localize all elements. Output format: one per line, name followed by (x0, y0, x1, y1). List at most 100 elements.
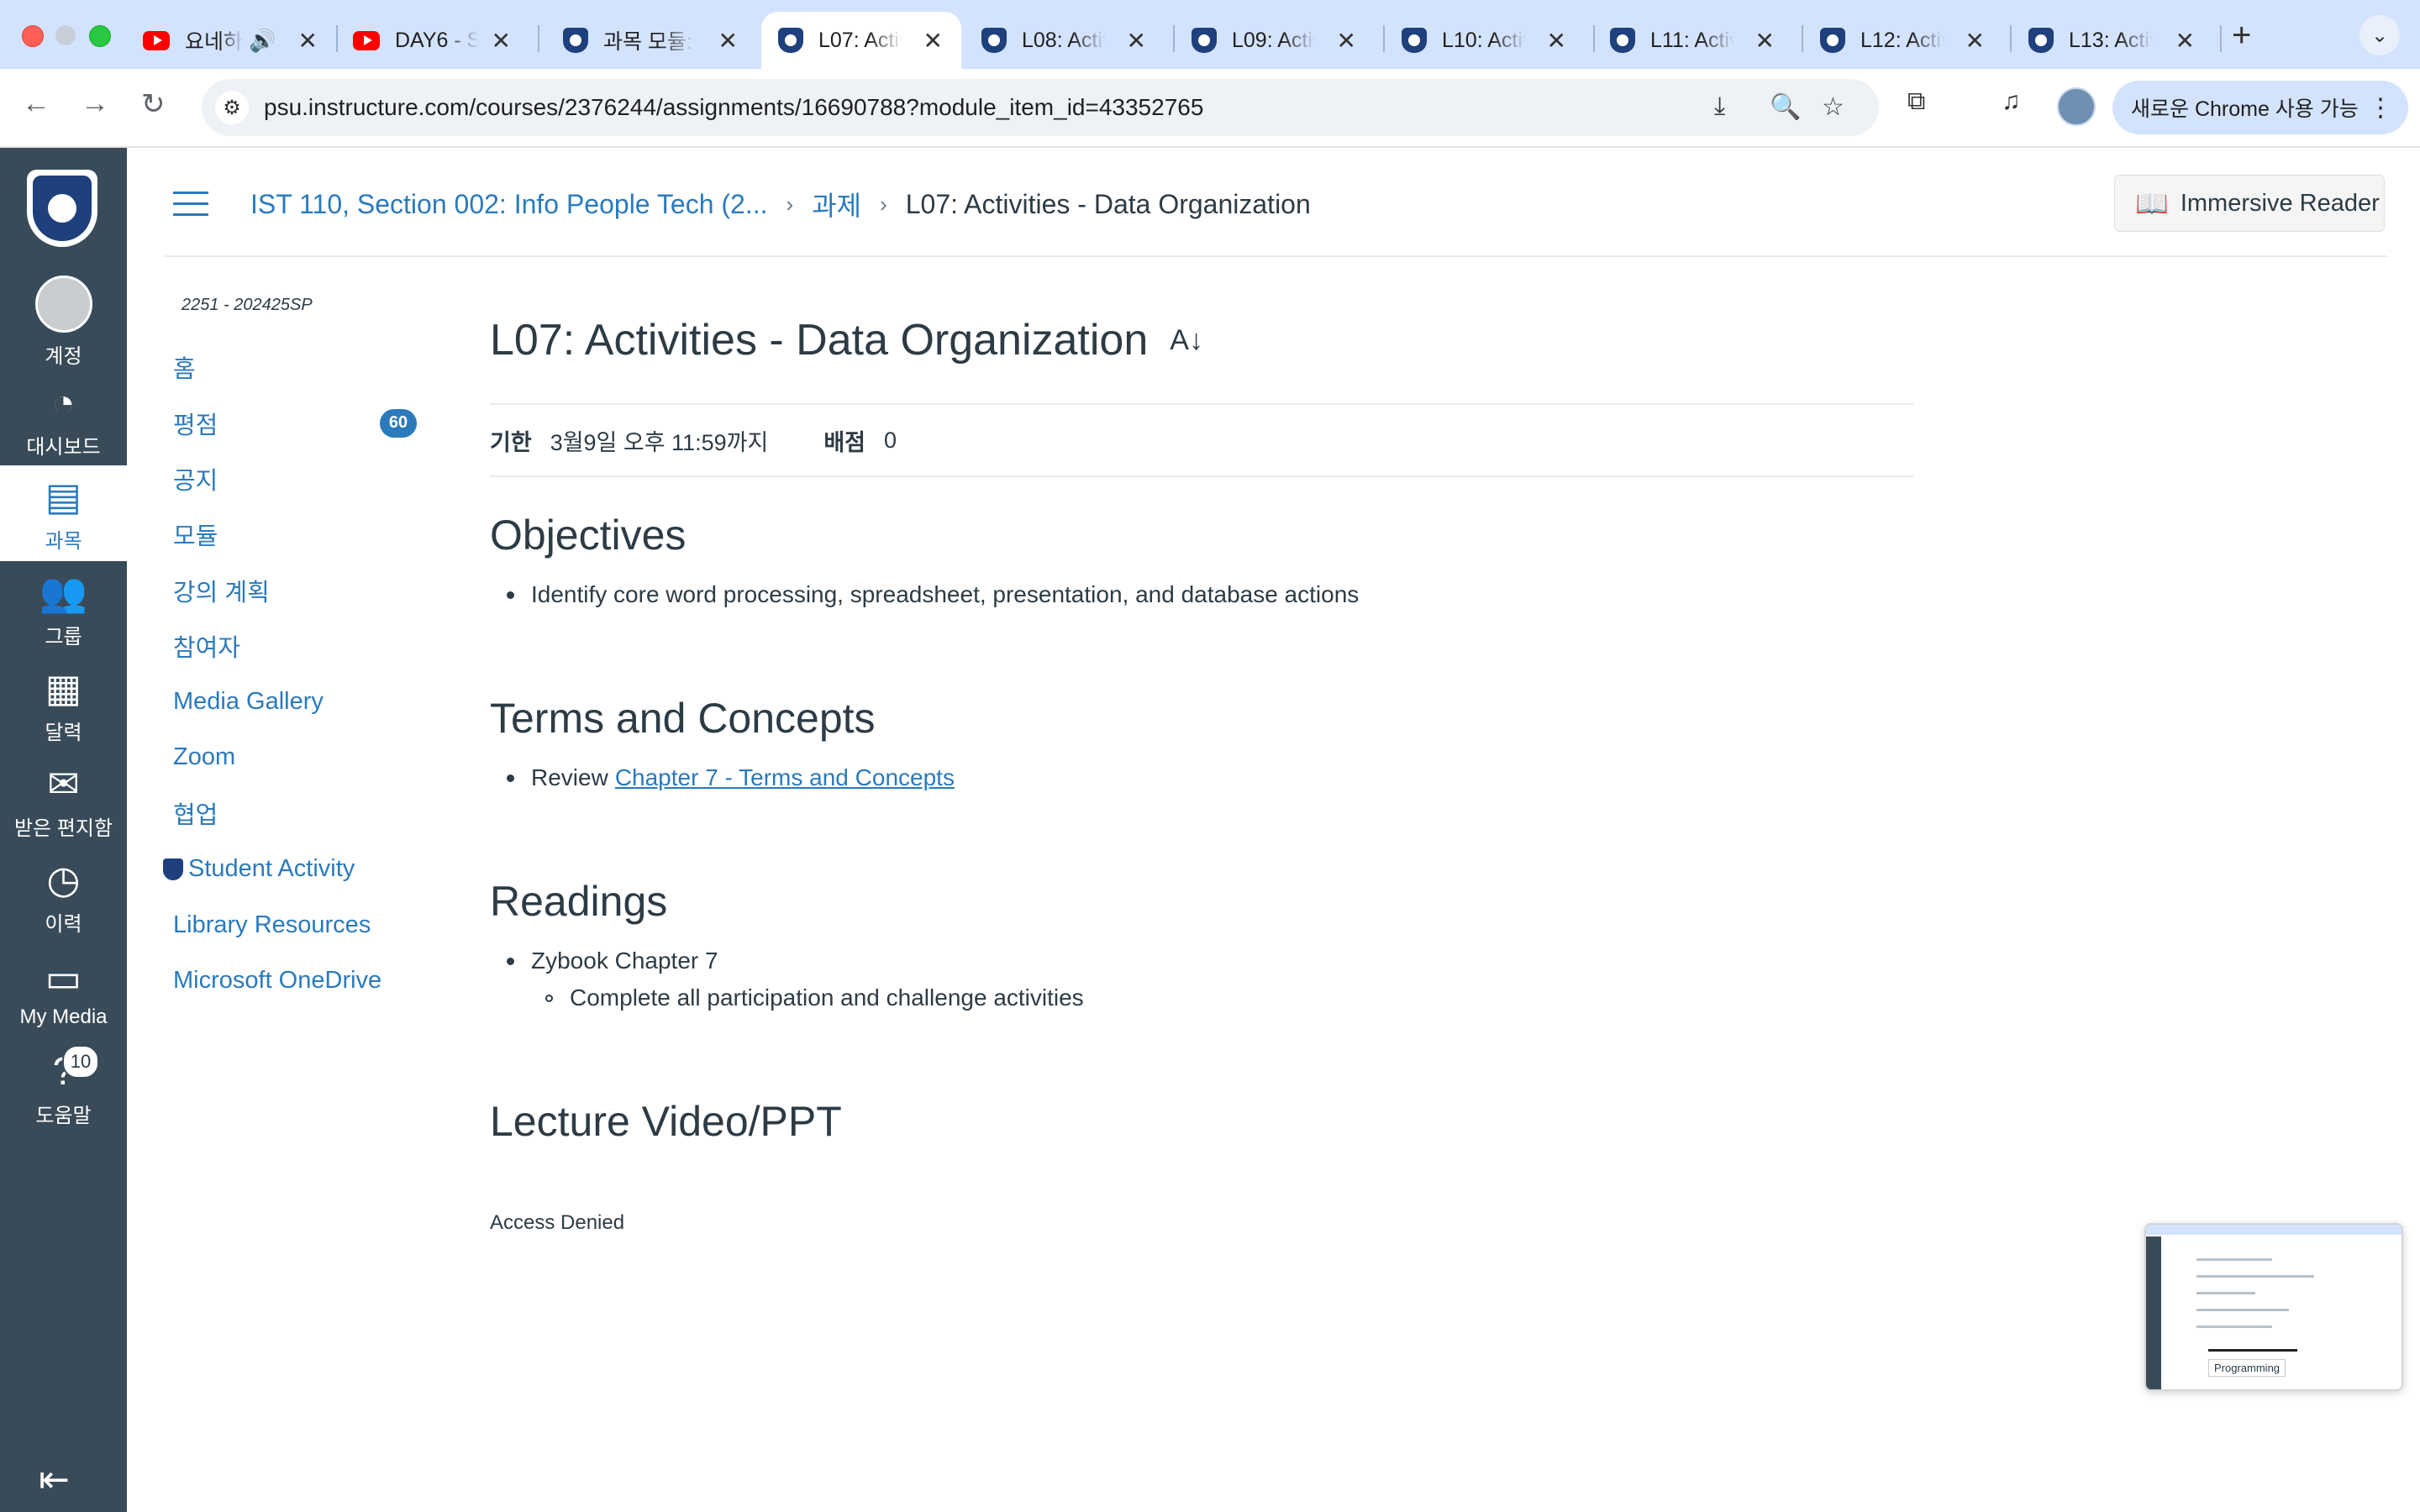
browser-tab[interactable]: L10: Activ ✕ (1385, 12, 1585, 69)
browser-tab[interactable]: L08: Activ ✕ (965, 12, 1165, 69)
terms-chapter-link[interactable]: Chapter 7 - Terms and Concepts (615, 764, 955, 791)
terms-prefix: Review (531, 764, 608, 790)
course-nav-home[interactable]: 홈 (173, 339, 417, 395)
browser-tab[interactable]: DAY6 - S ✕ (336, 12, 529, 69)
global-nav-groups[interactable]: 👥 그룹 (0, 561, 127, 657)
course-nav-syllabus[interactable]: 강의 계획 (173, 563, 417, 618)
zoom-icon[interactable]: 🔍 (1770, 92, 1801, 122)
assignment-title: L07: Activities - Data Organization (490, 316, 1149, 365)
browser-tab[interactable]: L12: Activ ✕ (1803, 12, 2003, 69)
browser-tab[interactable]: 과목 모듈: ✕ (546, 12, 756, 69)
dashboard-icon: ◔ (51, 380, 76, 424)
close-tab-icon[interactable]: ✕ (1127, 27, 1146, 55)
back-arrow-icon[interactable]: ← (22, 87, 50, 120)
global-nav-courses[interactable]: ▤ 과목 (0, 465, 127, 561)
courses-icon: ▤ (45, 474, 82, 518)
psu-logo[interactable] (27, 170, 97, 247)
immersive-reader-icon: 📖 (2135, 188, 2169, 218)
update-chrome-label: 새로운 Chrome 사용 가능 (2131, 97, 2359, 121)
course-nav-media-gallery[interactable]: Media Gallery (173, 674, 417, 729)
global-nav-account[interactable]: 계정 (0, 274, 127, 370)
new-tab-button[interactable]: + (2232, 17, 2251, 55)
psu-shield-icon (563, 28, 588, 53)
extensions-puzzle-icon[interactable]: ⧉ (1907, 87, 1925, 116)
course-nav-modules[interactable]: 모듈 (173, 507, 417, 562)
tab-title: L08: Activ (1022, 28, 1106, 52)
profile-avatar[interactable] (2057, 87, 2096, 126)
browser-tab-active[interactable]: L07: Activ ✕ (761, 12, 961, 69)
course-nav-zoom[interactable]: Zoom (173, 730, 417, 785)
close-tab-icon[interactable]: ✕ (298, 27, 318, 55)
global-nav-inbox[interactable]: ✉ 받은 편지함 (0, 753, 127, 848)
maximize-window-button[interactable] (89, 25, 111, 47)
groups-icon: 👥 (39, 570, 88, 614)
course-nav-people[interactable]: 참여자 (173, 618, 417, 674)
browser-tab[interactable]: L11: Activ ✕ (1593, 12, 1793, 69)
global-nav-dashboard[interactable]: ◔ 대시보드 (0, 371, 127, 467)
close-tab-icon[interactable]: ✕ (1547, 27, 1566, 55)
header-divider (165, 255, 2386, 257)
lecture-embed-message: Access Denied (490, 1211, 625, 1234)
url-text[interactable]: psu.instructure.com/courses/2376244/assi… (264, 94, 1203, 121)
reload-icon[interactable]: ↻ (141, 87, 166, 121)
readings-subtext: Complete all participation and challenge… (570, 984, 1084, 1011)
list-item: Zybook Chapter 7 (507, 948, 718, 974)
collapse-nav-icon[interactable]: ⇤ (39, 1458, 70, 1501)
course-nav-library-resources[interactable]: Library Resources (173, 897, 417, 953)
install-app-icon[interactable]: ⤓ (1714, 92, 1725, 121)
course-nav-announcements[interactable]: 공지 (173, 451, 417, 507)
close-window-button[interactable] (22, 25, 44, 47)
close-tab-icon[interactable]: ✕ (2175, 27, 2195, 55)
breadcrumb-current: L07: Activities - Data Organization (905, 188, 1311, 219)
browser-tab[interactable]: 요네하 🔊 ✕ (126, 12, 336, 69)
screenshot-preview-thumbnail[interactable]: Programming (2144, 1223, 2403, 1391)
course-menu-toggle[interactable] (173, 192, 208, 224)
inbox-icon: ✉ (47, 761, 80, 806)
chrome-menu-icon[interactable]: ⋮ (2368, 93, 2393, 123)
browser-tab[interactable]: L09: Activ ✕ (1175, 12, 1375, 69)
thumbnail-caption: Programming (2208, 1359, 2286, 1377)
breadcrumb-course[interactable]: IST 110, Section 002: Info People Tech (… (250, 189, 768, 220)
course-nav-grades[interactable]: 평점 60 (173, 395, 417, 450)
assignment-details: 기한 3월9일 오후 11:59까지 배점 0 (490, 403, 1913, 477)
close-tab-icon[interactable]: ✕ (1755, 27, 1775, 55)
forward-arrow-icon[interactable]: → (81, 87, 109, 120)
close-tab-icon[interactable]: ✕ (923, 27, 943, 55)
tab-title: L07: Activ (818, 28, 902, 52)
global-nav-calendar[interactable]: ▦ 달력 (0, 657, 127, 753)
breadcrumb-assignments[interactable]: 과제 (812, 185, 861, 223)
course-navigation: 홈 평점 60 공지 모듈 강의 계획 참여자 Media Gallery Zo… (163, 339, 417, 1009)
immersive-reader-label: Immersive Reader (2180, 189, 2380, 217)
address-bar[interactable]: ⚙ psu.instructure.com/courses/2376244/as… (202, 79, 1879, 136)
lecture-heading: Lecture Video/PPT (490, 1098, 842, 1145)
bookmark-star-icon[interactable]: ☆ (1822, 92, 1844, 122)
minimize-window-button[interactable] (55, 25, 76, 45)
close-tab-icon[interactable]: ✕ (718, 27, 738, 55)
global-nav-label: 과목 (45, 529, 82, 553)
psu-shield-icon (163, 858, 183, 880)
global-nav-history[interactable]: ◷ 이력 (0, 848, 127, 944)
site-settings-icon[interactable]: ⚙ (215, 91, 249, 124)
update-chrome-button[interactable]: 새로운 Chrome 사용 가능 ⋮ (2112, 81, 2408, 134)
course-nav-microsoft-onedrive[interactable]: Microsoft OneDrive (173, 953, 417, 1008)
immersive-reader-button[interactable]: 📖 Immersive Reader (2114, 175, 2385, 232)
terms-heading: Terms and Concepts (490, 695, 876, 742)
tab-search-chevron-icon[interactable]: ⌄ (2360, 15, 2400, 55)
psu-shield-icon (1402, 28, 1427, 53)
global-nav-label: 그룹 (45, 625, 82, 648)
speaker-icon[interactable]: 🔊 (249, 28, 276, 54)
history-icon: ◷ (46, 857, 81, 901)
global-nav-label: 계정 (45, 344, 82, 368)
tab-title: L09: Activ (1232, 28, 1316, 52)
text-translate-icon[interactable]: A↓ (1170, 324, 1203, 357)
course-nav-student-activity[interactable]: Student Activity (163, 842, 417, 897)
global-nav-help[interactable]: ? 도움말 10 (0, 1040, 127, 1136)
close-tab-icon[interactable]: ✕ (492, 27, 511, 55)
close-tab-icon[interactable]: ✕ (1337, 27, 1356, 55)
close-tab-icon[interactable]: ✕ (1965, 27, 1985, 55)
course-nav-collaborations[interactable]: 협업 (173, 785, 417, 841)
global-nav-my-media[interactable]: ▭ My Media (0, 944, 127, 1040)
media-control-icon[interactable]: ♫ (2002, 87, 2021, 116)
due-label: 기한 (490, 429, 532, 455)
browser-tab[interactable]: L13: Activ ✕ (2012, 12, 2213, 69)
